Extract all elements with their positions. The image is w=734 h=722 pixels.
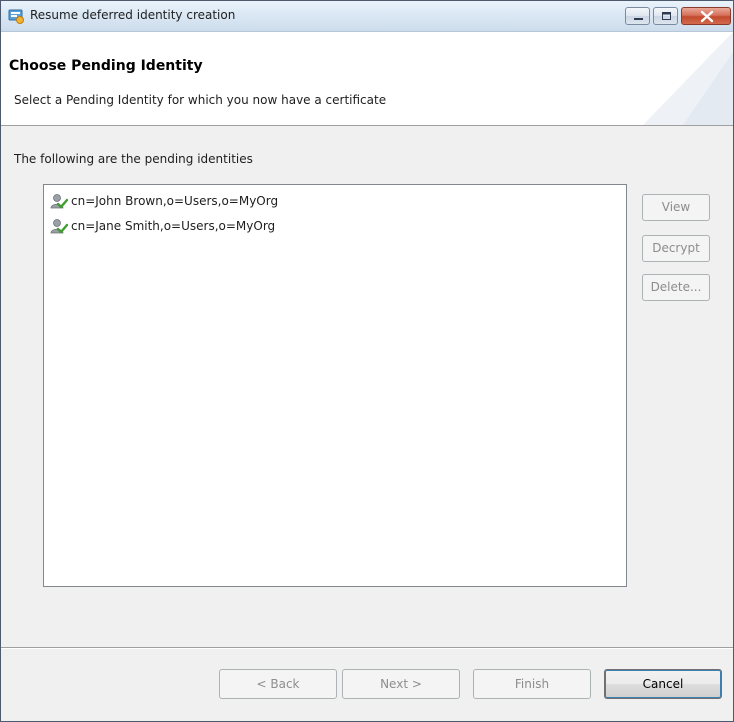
close-icon (700, 10, 714, 23)
back-button[interactable]: < Back (219, 669, 337, 699)
delete-button[interactable]: Delete... (642, 274, 710, 301)
cancel-button[interactable]: Cancel (604, 669, 722, 699)
close-button[interactable] (681, 7, 731, 25)
list-item[interactable]: cn=John Brown,o=Users,o=MyOrg (50, 191, 278, 211)
finish-button[interactable]: Finish (473, 669, 591, 699)
app-identity-icon (8, 8, 24, 24)
minimize-icon (634, 18, 643, 20)
header-decoration (643, 32, 733, 125)
page-subtitle: Select a Pending Identity for which you … (14, 93, 387, 107)
maximize-icon (662, 12, 671, 20)
pending-identities-label: The following are the pending identities (14, 152, 253, 166)
list-item[interactable]: cn=Jane Smith,o=Users,o=MyOrg (50, 216, 275, 236)
identity-label: cn=John Brown,o=Users,o=MyOrg (71, 194, 279, 208)
pending-identities-list[interactable]: cn=John Brown,o=Users,o=MyOrg cn=Jane Sm… (43, 184, 627, 587)
minimize-button[interactable] (625, 7, 650, 25)
window-title: Resume deferred identity creation (30, 8, 236, 22)
identity-label: cn=Jane Smith,o=Users,o=MyOrg (71, 219, 276, 233)
wizard-header: Choose Pending Identity Select a Pending… (1, 32, 733, 126)
title-bar[interactable]: Resume deferred identity creation (1, 1, 733, 32)
wizard-window: Resume deferred identity creation Choose… (0, 0, 734, 722)
maximize-button[interactable] (653, 7, 678, 25)
next-button[interactable]: Next > (342, 669, 460, 699)
decrypt-button[interactable]: Decrypt (642, 235, 710, 262)
footer-separator (1, 647, 733, 649)
view-button[interactable]: View (642, 194, 710, 221)
page-title: Choose Pending Identity (9, 58, 203, 74)
user-certificate-icon (50, 218, 69, 234)
user-certificate-icon (50, 193, 69, 209)
